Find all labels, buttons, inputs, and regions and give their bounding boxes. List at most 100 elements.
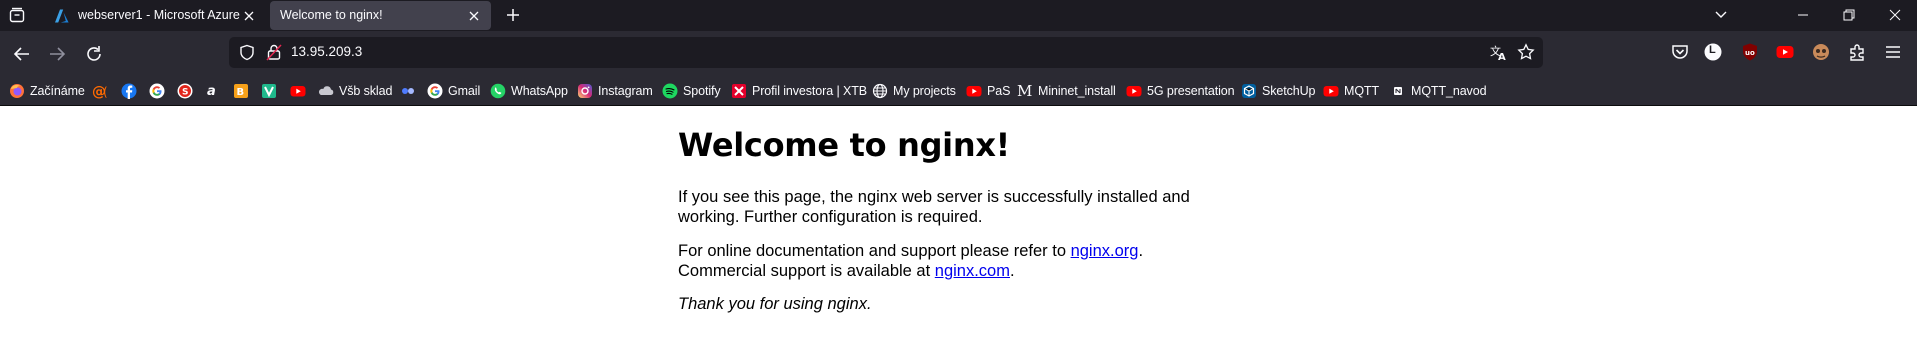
orange-icon: B: [233, 83, 249, 99]
youtube-extension-icon[interactable]: [1775, 42, 1797, 64]
account-avatar[interactable]: L: [1703, 42, 1725, 64]
support-punct: .: [1138, 242, 1144, 260]
close-window-button[interactable]: [1872, 3, 1917, 27]
bookmark-item[interactable]: [290, 82, 306, 100]
dots-icon: [400, 83, 416, 99]
nginx-com-link[interactable]: nginx.com: [935, 262, 1010, 280]
tab-title: Welcome to nginx!: [280, 8, 383, 22]
page-heading: Welcome to nginx!: [678, 126, 1010, 164]
ublock-origin-icon[interactable]: uo: [1740, 42, 1762, 64]
bookmark-item[interactable]: MQTT: [1323, 82, 1379, 100]
amazon-icon: a: [205, 83, 221, 99]
red-s-icon: S: [177, 83, 193, 99]
bookmark-item[interactable]: [121, 82, 137, 100]
tab-title: webserver1 - Microsoft Azure: [78, 8, 240, 22]
svg-text:uo: uo: [1745, 49, 1755, 57]
pocket-icon[interactable]: [1670, 42, 1692, 64]
close-icon[interactable]: [240, 7, 258, 25]
medium-icon: M: [1017, 82, 1033, 100]
reload-button[interactable]: [83, 43, 105, 65]
support-paragraph: For online documentation and support ple…: [678, 242, 1238, 281]
youtube-icon: [290, 83, 306, 99]
spotify-icon: [662, 83, 678, 99]
youtube-icon: [966, 83, 982, 99]
list-all-tabs-button[interactable]: [1697, 3, 1743, 27]
menu-hamburger-icon[interactable]: [1883, 42, 1905, 64]
bookmark-item[interactable]: Instagram: [577, 82, 653, 100]
notion-icon: [1390, 83, 1406, 99]
translate-icon[interactable]: 文A: [1490, 44, 1507, 65]
arrow-left-icon: [13, 47, 29, 61]
tab-strip: webserver1 - Microsoft Azure Welcome to …: [0, 0, 1917, 31]
thank-you-text: Thank you for using nginx.: [678, 295, 872, 313]
plus-icon: [507, 9, 519, 21]
page-viewport: Welcome to nginx! If you see this page, …: [0, 107, 1917, 338]
bookmark-item[interactable]: 5G presentation: [1126, 82, 1235, 100]
commercial-punct: .: [1009, 261, 1015, 280]
forward-button[interactable]: [46, 43, 68, 65]
google-icon: [149, 83, 165, 99]
bookmark-item[interactable]: SketchUp: [1241, 82, 1316, 100]
support-text: For online documentation and support ple…: [678, 242, 1071, 260]
xtb-icon: [731, 83, 747, 99]
minimize-button[interactable]: [1780, 3, 1826, 27]
bookmark-item[interactable]: S: [177, 82, 193, 100]
whatsapp-icon: [490, 83, 506, 99]
intro-paragraph: If you see this page, the nginx web serv…: [678, 188, 1190, 226]
bookmark-item[interactable]: MQTT_navod: [1390, 82, 1487, 100]
youtube-icon: [1323, 83, 1339, 99]
extensions-puzzle-icon[interactable]: [1847, 42, 1869, 64]
cloud-icon: [318, 83, 334, 99]
bookmarks-toolbar: Začínáme @( S a B Všb sklad Gmail WhatsA…: [0, 76, 1917, 106]
bookmark-item[interactable]: [149, 82, 165, 100]
minimize-icon: [1798, 14, 1808, 16]
bookmark-item[interactable]: My projects: [872, 82, 956, 100]
bookmark-item[interactable]: [400, 82, 416, 100]
svg-text:M: M: [1017, 83, 1032, 99]
bookmark-item[interactable]: [261, 82, 277, 100]
restore-button[interactable]: [1826, 3, 1872, 27]
tab-azure[interactable]: webserver1 - Microsoft Azure: [40, 1, 266, 30]
bookmark-item[interactable]: Gmail: [427, 82, 480, 100]
chevron-down-icon: [1715, 11, 1727, 18]
youtube-icon: [1126, 83, 1142, 99]
back-button[interactable]: [11, 43, 33, 65]
firefox-icon: [9, 83, 25, 99]
bookmark-item[interactable]: Spotify: [662, 82, 721, 100]
tab-list-icon[interactable]: [8, 6, 26, 24]
bookmark-item[interactable]: B: [233, 82, 249, 100]
new-tab-button[interactable]: [503, 5, 523, 25]
svg-text:S: S: [182, 88, 188, 98]
instagram-icon: [577, 83, 593, 99]
facebook-icon: [121, 83, 137, 99]
svg-text:B: B: [237, 87, 245, 98]
url-text[interactable]: 13.95.209.3: [291, 44, 362, 59]
google-icon: [427, 83, 443, 99]
address-bar[interactable]: 13.95.209.3 文A: [229, 37, 1543, 68]
restore-icon: [1843, 9, 1855, 21]
insecure-lock-icon[interactable]: [266, 43, 282, 65]
svg-text:(: (: [103, 85, 108, 99]
bookmark-item[interactable]: Všb sklad: [318, 82, 392, 100]
svg-text:A: A: [1498, 52, 1506, 61]
bookmark-item[interactable]: WhatsApp: [490, 82, 568, 100]
tab-nginx[interactable]: Welcome to nginx!: [270, 1, 491, 30]
close-icon: [1889, 9, 1901, 21]
nginx-org-link[interactable]: nginx.org: [1071, 242, 1139, 260]
close-icon[interactable]: [465, 7, 483, 25]
account-initial: L: [1709, 44, 1716, 56]
extension-avatar-icon[interactable]: [1811, 42, 1833, 64]
bookmark-star-icon[interactable]: [1517, 43, 1535, 65]
bookmark-item[interactable]: @(: [92, 82, 110, 100]
commercial-text: Commercial support is available at: [678, 261, 935, 280]
bookmark-item[interactable]: PaS: [966, 82, 1010, 100]
bookmark-item[interactable]: a: [205, 82, 221, 100]
arrow-right-icon: [50, 47, 66, 61]
bookmark-item[interactable]: Profil investora | XTB: [731, 82, 867, 100]
bookmark-item[interactable]: Začínáme: [9, 82, 85, 100]
sketchup-icon: [1241, 83, 1257, 99]
at-icon: @(: [92, 83, 110, 100]
reload-icon: [87, 46, 101, 61]
bookmark-item[interactable]: M Mininet_install: [1017, 82, 1116, 100]
shield-icon[interactable]: [239, 44, 255, 65]
